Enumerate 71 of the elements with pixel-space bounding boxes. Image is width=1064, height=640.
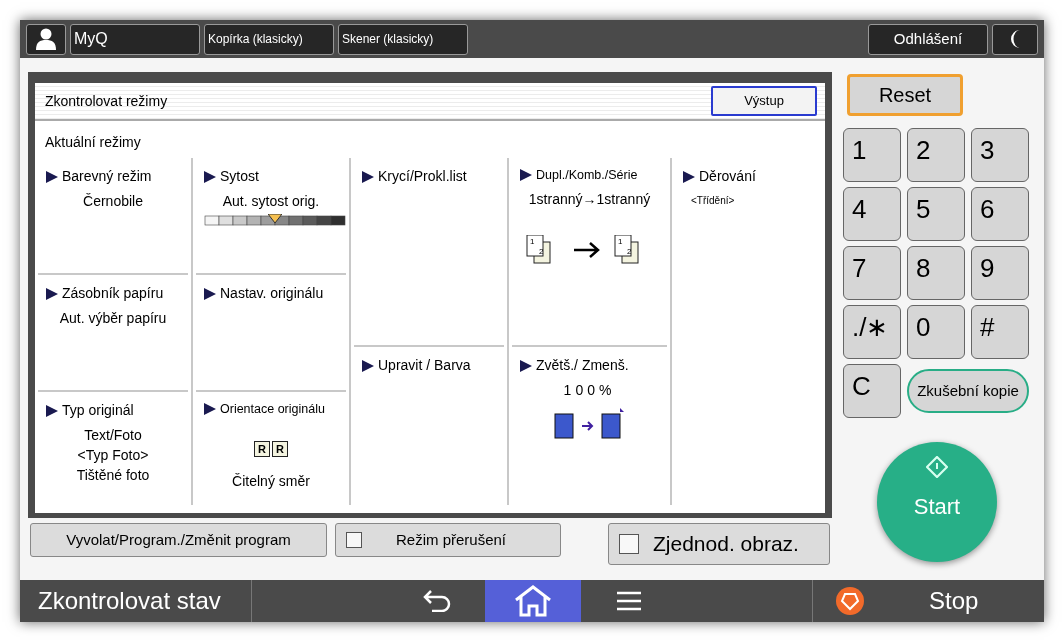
mode-title: Dupl./Komb./Série (536, 167, 638, 184)
mode-value: Aut. sytost orig. (221, 192, 321, 211)
triangle-icon (683, 170, 695, 183)
keypad-key[interactable]: 1 (843, 128, 901, 182)
triangle-icon (46, 287, 58, 300)
stop-icon (835, 586, 865, 616)
home-icon (514, 585, 552, 617)
mode-value: <Typ Foto> (76, 446, 150, 465)
triangle-icon (204, 403, 216, 416)
mode-value: 100% (562, 381, 617, 400)
user-button[interactable] (26, 23, 66, 55)
exit-button[interactable]: Výstup (711, 86, 817, 116)
keypad-key[interactable]: # (971, 305, 1029, 359)
mode-title: Upravit / Barva (378, 356, 471, 375)
mode-value: Čitelný směr (231, 471, 311, 491)
keypad-key[interactable]: 2 (907, 128, 965, 182)
nav-button[interactable] (485, 580, 581, 622)
simplified-screen-button[interactable]: Zjednod. obraz. (608, 523, 830, 565)
duplex-drawing: 1 2 1 2 (525, 234, 654, 265)
mode-value: 1stranný→1stranný (527, 189, 652, 209)
mode-value: Černobile (82, 192, 144, 211)
mode-title: Typ originál (62, 401, 134, 420)
mode-title: Zásobník papíru (62, 284, 164, 303)
keypad-key[interactable]: 4 (843, 187, 901, 241)
triangle-icon (520, 359, 532, 372)
interrupt-button[interactable]: Režim přerušení (335, 523, 561, 557)
user-icon (36, 28, 56, 50)
mode-title: Barevný režim (62, 167, 152, 186)
app-tab[interactable]: Kopírka (klasicky) (204, 23, 334, 55)
mode-value: Tištěné foto (75, 466, 151, 485)
back-icon (422, 590, 452, 612)
mode-value: Aut. výběr papíru (58, 309, 168, 328)
dialog-subtitle: Aktuální režimy (45, 134, 141, 150)
checkbox[interactable] (346, 532, 362, 548)
triangle-icon (204, 170, 216, 183)
keypad-key[interactable]: 9 (971, 246, 1029, 300)
keypad-key[interactable]: C (843, 364, 901, 418)
mode-value: <Třídění> (690, 194, 736, 208)
triangle-icon (362, 359, 374, 372)
start-icon (926, 456, 948, 478)
dialog-title: Zkontrolovat režimy (45, 91, 168, 111)
triangle-icon (46, 404, 58, 417)
mode-value: Text/Foto (83, 426, 143, 445)
triangle-icon (520, 169, 532, 182)
menu-icon (616, 590, 642, 612)
reset-button[interactable]: Reset (847, 74, 963, 116)
logout-button[interactable]: Odhlášení (868, 23, 988, 55)
keypad-key[interactable]: 8 (907, 246, 965, 300)
program-button[interactable]: Vyvolat/Program./Změnit program (30, 523, 327, 557)
mode-title: Sytost (220, 167, 259, 186)
keypad-key[interactable]: 0 (907, 305, 965, 359)
app-tab[interactable]: MyQ (70, 23, 200, 55)
triangle-icon (362, 170, 374, 183)
mode-title: Nastav. originálu (220, 284, 324, 303)
mode-title: Děrování (699, 167, 756, 186)
mode-title: Orientace originálu (220, 401, 325, 418)
mode-title: Zvětš./ Zmenš. (536, 356, 629, 375)
keypad-key[interactable]: ./∗ (843, 305, 901, 359)
test-copy-button[interactable]: Zkušební kopie (907, 369, 1029, 413)
triangle-icon (46, 170, 58, 183)
stop-button[interactable]: Stop (812, 580, 1044, 622)
keypad-key[interactable]: 6 (971, 187, 1029, 241)
triangle-icon (204, 287, 216, 300)
keypad-key[interactable]: 5 (907, 187, 965, 241)
check-status-button[interactable]: Zkontrolovat stav (20, 580, 252, 622)
keypad-key[interactable]: 3 (971, 128, 1029, 182)
keypad-key[interactable]: 7 (843, 246, 901, 300)
checkbox[interactable] (619, 534, 639, 554)
sleep-button[interactable] (992, 23, 1038, 55)
app-tab[interactable]: Skener (klasicky) (338, 23, 468, 55)
mode-title: Krycí/Prokl.list (378, 167, 467, 186)
